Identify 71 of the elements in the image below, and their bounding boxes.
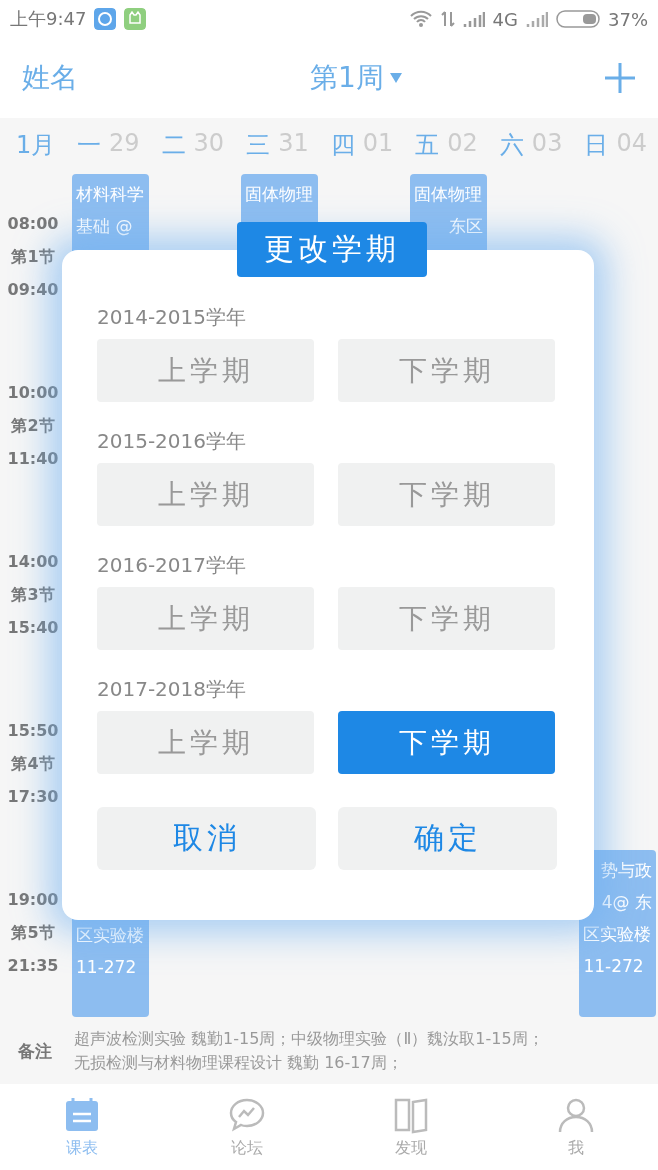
course-text: 材料科学 — [76, 183, 145, 206]
course-text: 固体物理 — [414, 183, 483, 206]
period-label: 第5节 — [11, 922, 55, 944]
semester-option[interactable]: 上学期 — [97, 463, 314, 526]
wifi-icon — [408, 10, 433, 28]
semester-option[interactable]: 下学期 — [338, 339, 555, 402]
academic-year-label: 2016-2017学年 — [97, 552, 247, 579]
tab-bar-item[interactable]: 发现 — [329, 1084, 494, 1170]
weekday-label: 五 — [415, 130, 440, 161]
period-end-time: 09:40 — [7, 279, 59, 301]
period-label: 第2节 — [11, 415, 55, 437]
cat-app-icon — [124, 8, 147, 30]
period-start-time: 15:50 — [7, 720, 59, 742]
signal-icon — [462, 11, 485, 27]
course-block[interactable]: 势与政 4@ 东 区实验楼 11-272 — [579, 850, 656, 1017]
month-label: 1月 — [15, 130, 57, 161]
tab-bar-item[interactable]: 课表 — [0, 1084, 165, 1170]
dialog-title: 更改学期 — [237, 222, 427, 277]
header-title: 姓名 — [22, 60, 78, 96]
period-label: 第3节 — [11, 584, 55, 606]
semester-option[interactable]: 上学期 — [97, 711, 314, 774]
period-end-time: 15:40 — [7, 617, 59, 639]
academic-year-label: 2014-2015学年 — [97, 304, 247, 331]
weekday-label: 三 — [246, 130, 271, 161]
weekday-label: 四 — [330, 130, 355, 161]
data-transfer-icon — [440, 10, 455, 28]
week-selector[interactable]: 第1周 — [108, 58, 604, 98]
course-text: 基础 @ — [76, 215, 134, 238]
weekday-label: 一 — [77, 130, 101, 161]
semester-option[interactable]: 下学期 — [338, 587, 555, 650]
period-end-time: 17:30 — [7, 786, 59, 808]
add-icon[interactable] — [604, 62, 636, 94]
course-text: 势与政 — [600, 859, 652, 882]
notes-label: 备注 — [18, 1039, 52, 1063]
notes-text: 无损检测与材料物理课程设计 魏勤 16-17周； — [74, 1052, 404, 1074]
semester-option[interactable]: 上学期 — [97, 587, 314, 650]
semester-option[interactable]: 下学期 — [338, 711, 555, 774]
weekday-label: 六 — [499, 130, 524, 161]
tab-bar-item[interactable]: 我 — [493, 1084, 658, 1170]
battery-icon — [556, 10, 600, 28]
weekday-label: 二 — [161, 130, 186, 161]
status-time: 上午9:47 — [10, 7, 87, 31]
caret-icon — [389, 73, 402, 83]
app-notification-icon — [94, 8, 117, 30]
course-text: 4@ 东 — [600, 891, 652, 914]
battery-percent: 37% — [608, 8, 648, 30]
course-text: 东区 — [447, 215, 483, 238]
dialog-button[interactable]: 确定 — [338, 807, 557, 870]
period-end-time: 21:35 — [7, 955, 59, 977]
tab-bar-item[interactable]: 论坛 — [164, 1084, 329, 1170]
weekday-label: 日 — [584, 130, 609, 161]
course-text: 固体物理 — [245, 183, 314, 206]
network-type: 4G — [492, 8, 518, 30]
academic-year-label: 2017-2018学年 — [97, 676, 247, 703]
notes-text: 超声波检测实验 魏勤1-15周；中级物理实验（Ⅱ）魏汝取1-15周； — [74, 1028, 544, 1050]
course-text: 11-272 — [583, 955, 645, 978]
period-end-time: 11:40 — [7, 448, 59, 470]
period-start-time: 14:00 — [7, 551, 59, 573]
course-text: 11-272 — [76, 956, 138, 979]
dialog-button[interactable]: 取消 — [97, 807, 316, 870]
semester-option[interactable]: 上学期 — [97, 339, 314, 402]
period-label: 第1节 — [11, 246, 55, 268]
course-text: 区实验楼 — [583, 923, 652, 946]
course-text: 区实验楼 — [76, 924, 145, 947]
signal-icon — [526, 11, 548, 27]
period-label: 第4节 — [11, 753, 55, 775]
period-start-time: 08:00 — [7, 213, 59, 235]
academic-year-label: 2015-2016学年 — [97, 428, 247, 455]
semester-option[interactable]: 下学期 — [338, 463, 555, 526]
period-start-time: 19:00 — [7, 889, 59, 911]
period-start-time: 10:00 — [7, 382, 59, 404]
